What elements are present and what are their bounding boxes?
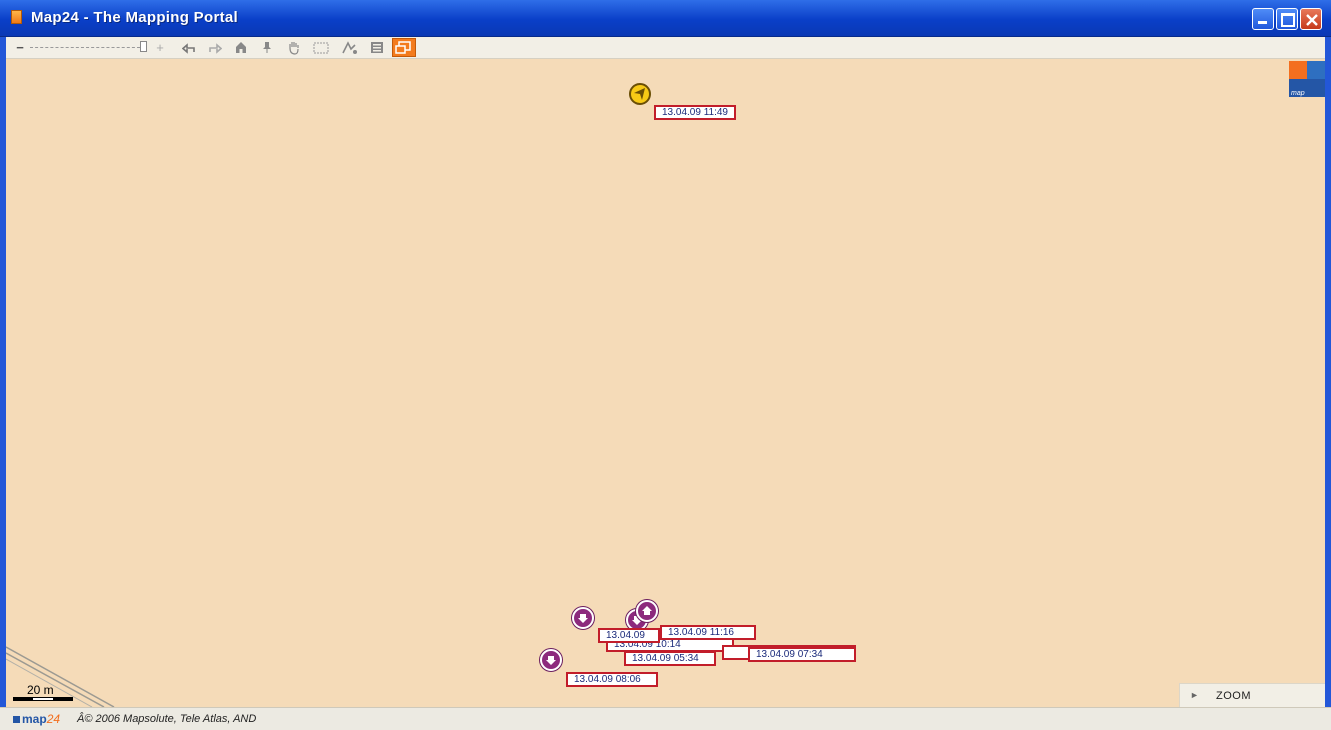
window-toggle-icon — [395, 41, 411, 54]
window-title: Map24 - The Mapping Portal — [31, 9, 238, 26]
map-toolbar: − + — [6, 37, 1325, 59]
close-icon — [1306, 14, 1318, 26]
zoom-panel[interactable]: ► ZOOM — [1179, 683, 1325, 707]
zoom-slider-track[interactable] — [30, 47, 140, 49]
zoom-label: ZOOM — [1216, 690, 1251, 702]
title-bar: Map24 - The Mapping Portal — [0, 0, 1331, 37]
zoom-slider-thumb[interactable] — [140, 41, 147, 52]
marker-label-top[interactable]: 13.04.09 11:49 — [654, 105, 736, 120]
hand-icon[interactable] — [286, 40, 302, 55]
pin-icon[interactable] — [260, 40, 274, 55]
map24-logo: map — [1289, 61, 1325, 101]
window-icon[interactable] — [312, 40, 330, 55]
arrow-down-icon — [546, 656, 556, 665]
marker-label[interactable]: 13.04.09 11:16 — [660, 625, 756, 640]
marker-label[interactable]: 13.04.09 07:34 — [748, 647, 856, 662]
maximize-button[interactable] — [1276, 8, 1298, 30]
zoom-in-button[interactable]: + — [154, 40, 166, 55]
window-frame-right — [1325, 37, 1331, 707]
copyright-text: Â© 2006 Mapsolute, Tele Atlas, AND — [77, 713, 257, 725]
back-arrow-icon[interactable] — [182, 40, 198, 55]
map24-footer-logo[interactable]: map24 — [13, 712, 60, 726]
marker-label[interactable]: 13.04.09 — [598, 628, 660, 643]
zoom-out-button[interactable]: − — [14, 40, 26, 55]
scale-label: 20 m — [27, 683, 54, 697]
home-icon[interactable] — [234, 40, 248, 55]
forward-arrow-icon[interactable] — [206, 40, 222, 55]
arrow-down-icon — [578, 614, 588, 623]
window-toggle-button[interactable] — [392, 38, 416, 57]
close-button[interactable] — [1300, 8, 1322, 30]
minimize-button[interactable] — [1252, 8, 1274, 30]
location-marker[interactable] — [636, 600, 658, 622]
print-icon[interactable] — [368, 40, 386, 55]
marker-label[interactable]: 13.04.09 08:06 — [566, 672, 658, 687]
app-icon — [11, 10, 22, 24]
road-lines — [6, 646, 115, 707]
marker-label[interactable]: 13.04.09 05:34 — [624, 651, 716, 666]
navigation-arrow-icon — [634, 88, 645, 100]
location-marker-top[interactable] — [629, 83, 651, 105]
arrow-up-icon — [642, 606, 652, 615]
location-marker[interactable] — [540, 649, 562, 671]
route-icon[interactable] — [340, 40, 358, 55]
expand-arrow-icon: ► — [1190, 690, 1199, 700]
map-canvas[interactable]: map 13.04.09 11:49 13.04.09 10:14 13.04.… — [6, 59, 1325, 707]
status-footer: map24 Â© 2006 Mapsolute, Tele Atlas, AND — [0, 707, 1331, 730]
location-marker[interactable] — [572, 607, 594, 629]
